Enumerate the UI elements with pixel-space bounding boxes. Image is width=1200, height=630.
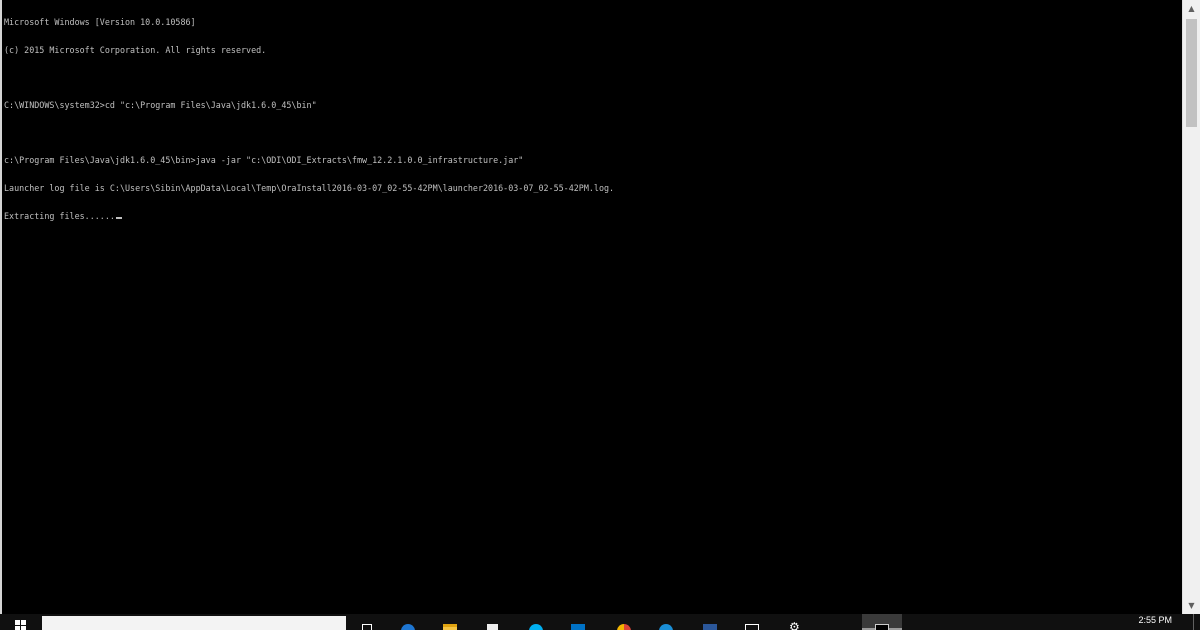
command-prompt-icon: [874, 620, 890, 630]
skype-business-icon[interactable]: [658, 620, 674, 630]
console-line: Extracting files......: [4, 210, 115, 221]
outlook-icon[interactable]: [570, 620, 586, 630]
edge-browser-icon[interactable]: [400, 620, 416, 630]
text-cursor: [115, 216, 122, 219]
task-view-icon[interactable]: [358, 620, 374, 630]
scroll-down-arrow-icon[interactable]: ▼: [1183, 597, 1200, 614]
command-prompt-taskbar-button[interactable]: [862, 614, 902, 630]
word-icon[interactable]: [702, 620, 718, 630]
taskbar-search-box[interactable]: [42, 616, 346, 630]
system-clock[interactable]: 2:55 PM: [1138, 615, 1172, 625]
start-windows-icon: [14, 619, 26, 630]
snipping-tool-icon[interactable]: [744, 620, 760, 630]
console-line: Microsoft Windows [Version 10.0.10586]: [4, 17, 196, 28]
chrome-icon[interactable]: [616, 620, 632, 630]
console-line: (c) 2015 Microsoft Corporation. All righ…: [4, 45, 267, 55]
vertical-scrollbar[interactable]: ▲ ▼: [1182, 0, 1200, 614]
show-desktop-button[interactable]: [1193, 614, 1200, 630]
file-explorer-icon[interactable]: [442, 620, 458, 630]
command-prompt-window[interactable]: Microsoft Windows [Version 10.0.10586] (…: [0, 0, 1182, 614]
console-line: c:\Program Files\Java\jdk1.6.0_45\bin>ja…: [4, 155, 524, 166]
settings-gear-icon[interactable]: ⚙: [788, 620, 804, 630]
console-line: C:\WINDOWS\system32>cd "c:\Program Files…: [4, 100, 317, 111]
notepad-icon[interactable]: [484, 620, 500, 630]
taskbar: ⚙ 2:55 PM: [0, 614, 1200, 630]
start-button[interactable]: [0, 614, 40, 630]
scroll-up-arrow-icon[interactable]: ▲: [1183, 0, 1200, 17]
console-line-current: Extracting files......: [4, 210, 614, 221]
skype-icon[interactable]: [528, 620, 544, 630]
console-output: Microsoft Windows [Version 10.0.10586] (…: [4, 0, 614, 239]
console-line: Launcher log file is C:\Users\Sibin\AppD…: [4, 182, 615, 193]
scroll-thumb[interactable]: [1186, 19, 1197, 127]
